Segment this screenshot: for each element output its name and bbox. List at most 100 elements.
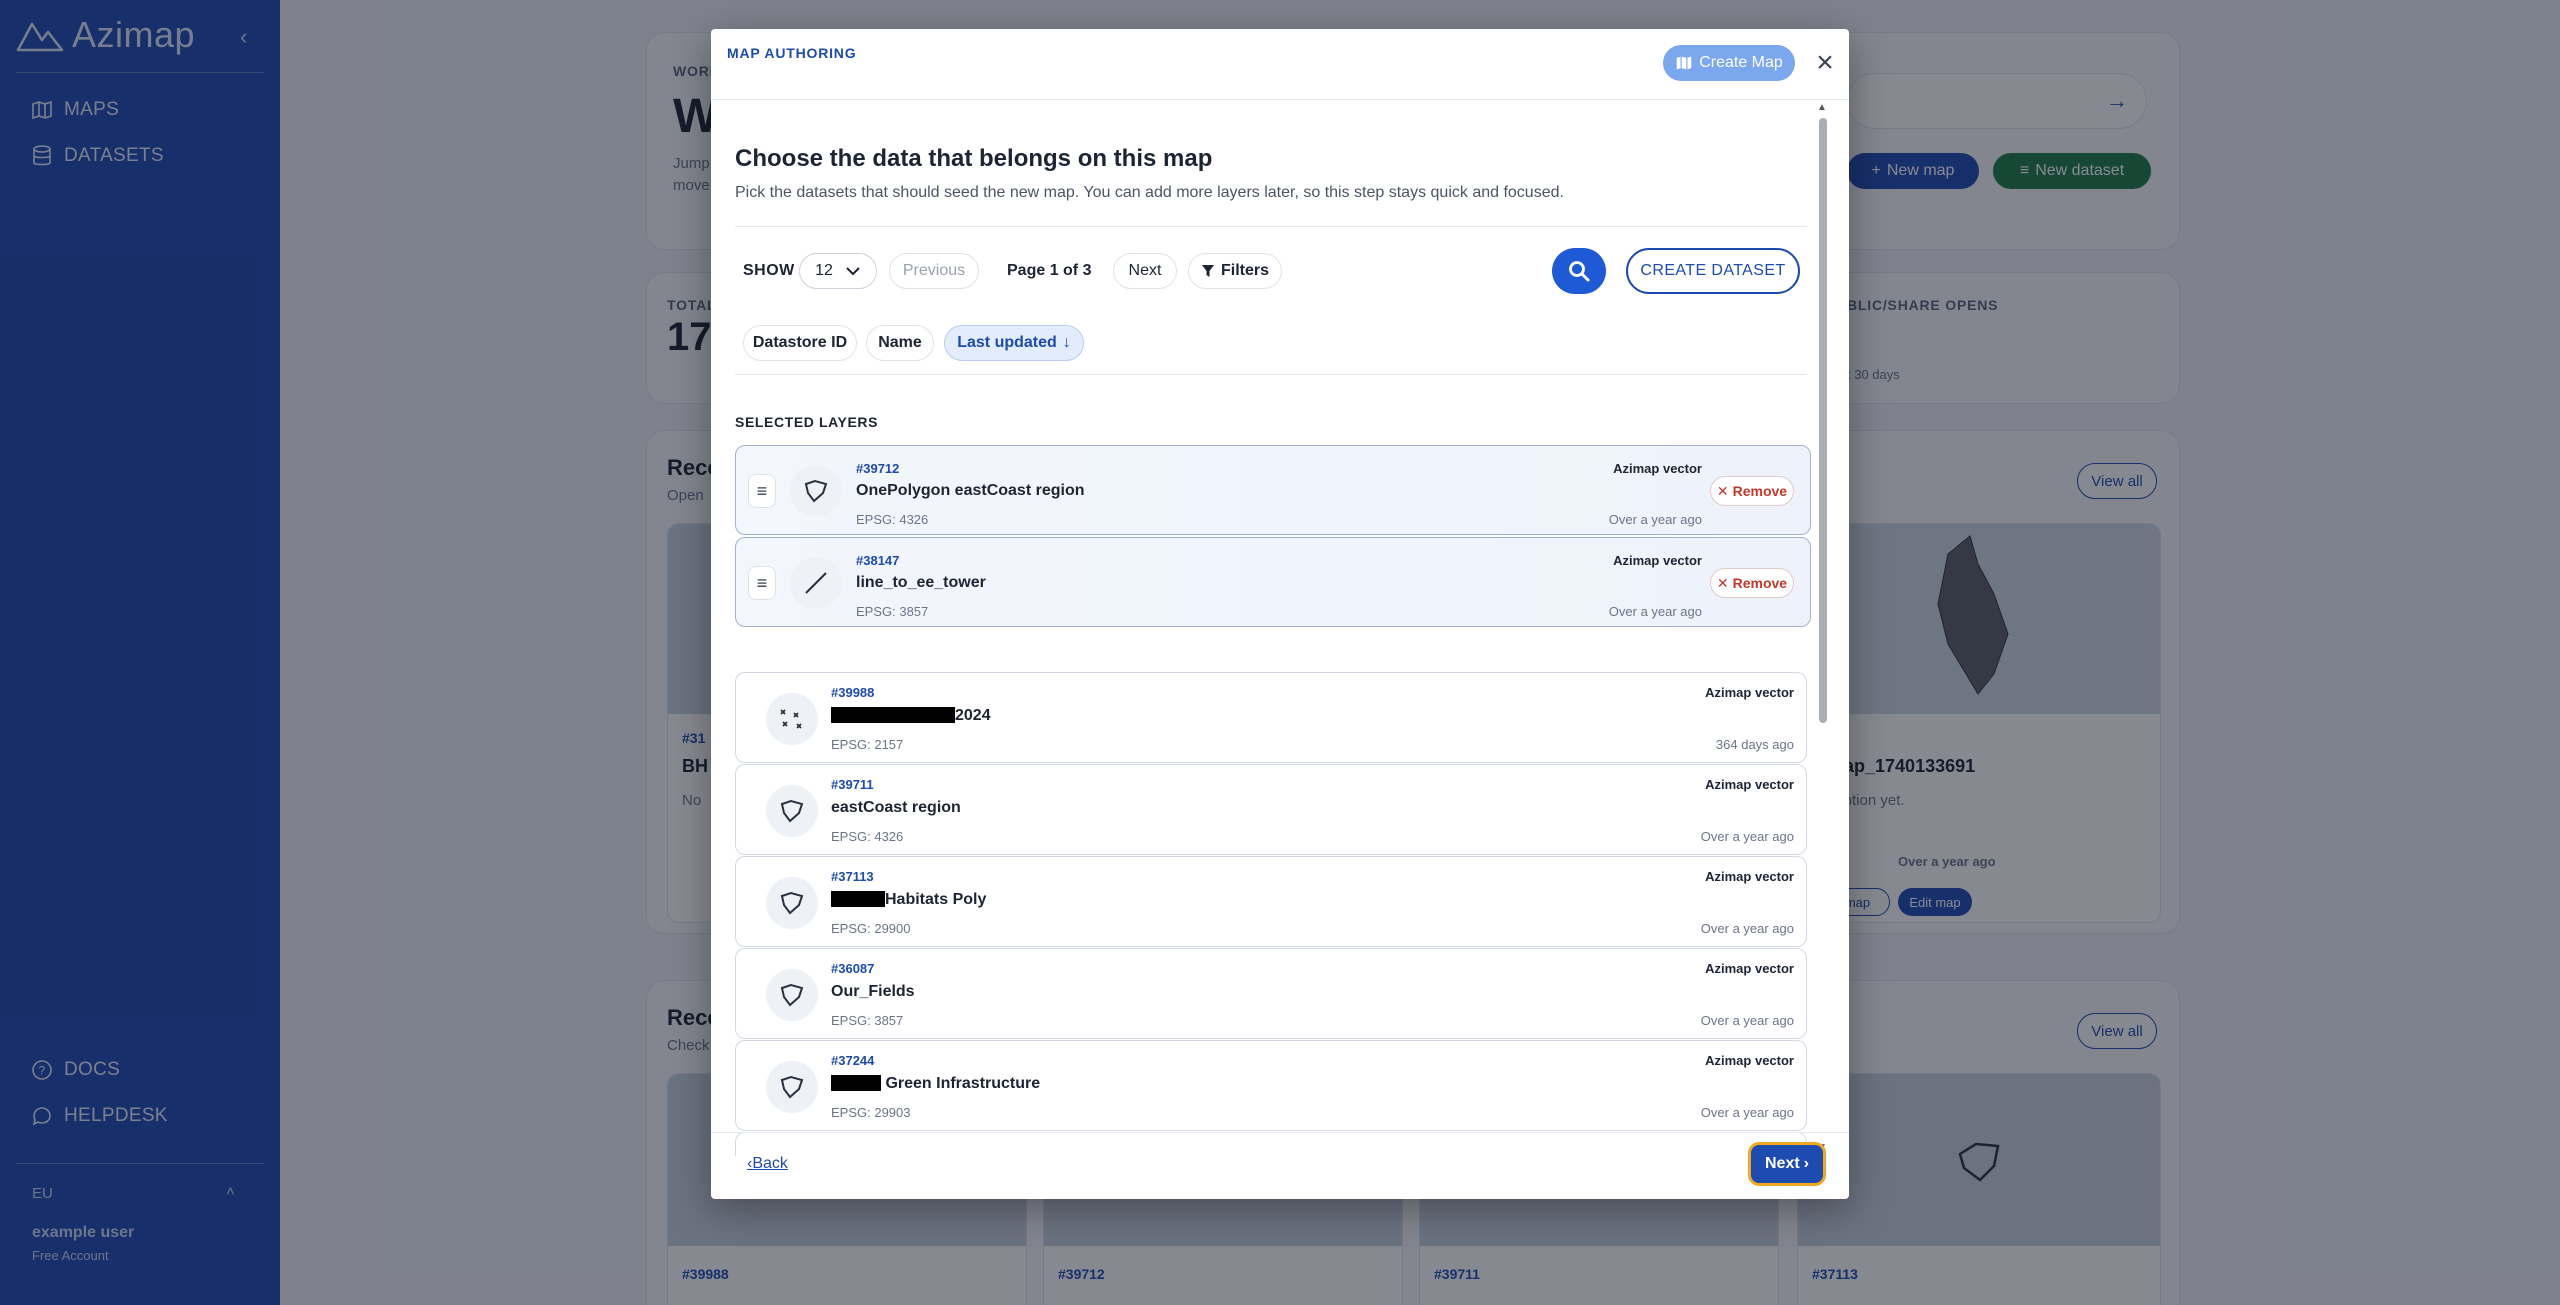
layer-epsg: EPSG: 3857 xyxy=(856,604,929,619)
layer-epsg: EPSG: 4326 xyxy=(856,512,929,527)
layer-id: #39988 xyxy=(831,685,875,700)
divider xyxy=(711,1132,1849,1133)
layer-id: #39712 xyxy=(856,461,900,476)
layer-name-text: Green Infrastructure xyxy=(881,1075,1041,1092)
search-icon xyxy=(1569,261,1590,282)
remove-layer-button[interactable]: ✕ Remove xyxy=(1710,476,1794,506)
map-authoring-modal: MAP AUTHORING Create Map × Choose the da… xyxy=(711,29,1849,1199)
sort-last-updated[interactable]: Last updated ↓ xyxy=(944,325,1084,361)
layer-name: Green Infrastructure xyxy=(831,1075,1040,1093)
layer-updated: Over a year ago xyxy=(1608,604,1702,619)
map-icon xyxy=(1676,56,1692,70)
layer-type: Azimap vector xyxy=(1705,685,1794,700)
create-dataset-button[interactable]: CREATE DATASET xyxy=(1626,248,1800,294)
divider xyxy=(735,226,1807,227)
previous-page-button[interactable]: Previous xyxy=(889,253,979,289)
layer-id: #36087 xyxy=(831,961,875,976)
layer-id: #37113 xyxy=(831,869,874,884)
next-page-button[interactable]: Next xyxy=(1113,253,1177,289)
layer-name-text: 2024 xyxy=(955,707,991,724)
drag-handle-icon[interactable]: ≡ xyxy=(748,566,776,600)
layer-item[interactable] xyxy=(735,1132,1807,1156)
polygon-icon xyxy=(766,1061,818,1113)
layer-type: Azimap vector xyxy=(1705,1053,1794,1068)
remove-layer-button[interactable]: ✕ Remove xyxy=(1710,568,1794,598)
layer-id: #38147 xyxy=(856,553,900,568)
scrollbar[interactable]: ▲ ▼ xyxy=(1813,100,1831,1156)
layer-name: OnePolygon eastCoast region xyxy=(856,482,1085,499)
button-label: Filters xyxy=(1220,262,1269,279)
layer-epsg: EPSG: 4326 xyxy=(831,829,904,844)
sort-datastore-id[interactable]: Datastore ID xyxy=(743,325,857,361)
redacted-block xyxy=(831,1075,881,1091)
layer-epsg: EPSG: 29903 xyxy=(831,1105,911,1120)
redacted-block xyxy=(831,707,955,723)
layer-epsg: EPSG: 3857 xyxy=(831,1013,904,1028)
layer-type: Azimap vector xyxy=(1613,553,1702,568)
scroll-up-icon[interactable]: ▲ xyxy=(1817,102,1827,113)
chevron-down-icon xyxy=(846,267,860,276)
layer-name: Habitats Poly xyxy=(831,891,986,909)
drag-handle-icon[interactable]: ≡ xyxy=(748,474,776,508)
layer-id: #37244 xyxy=(831,1053,875,1068)
layer-updated: Over a year ago xyxy=(1700,921,1794,936)
link-label: Back xyxy=(752,1155,788,1172)
layer-name-text: Habitats Poly xyxy=(885,891,987,908)
layer-updated: 364 days ago xyxy=(1715,737,1794,752)
layer-updated: Over a year ago xyxy=(1700,1013,1794,1028)
layer-item[interactable]: #39988 2024 EPSG: 2157 Azimap vector 364… xyxy=(735,672,1807,763)
layer-updated: Over a year ago xyxy=(1608,512,1702,527)
selected-layer-item[interactable]: ≡ #38147 line_to_ee_tower EPSG: 3857 Azi… xyxy=(735,537,1811,627)
back-link[interactable]: ‹Back xyxy=(747,1155,788,1173)
layer-item[interactable]: #39711 eastCoast region EPSG: 4326 Azima… xyxy=(735,764,1807,855)
button-label: Last updated xyxy=(957,334,1057,351)
modal-eyebrow: MAP AUTHORING xyxy=(727,45,857,61)
close-icon: ✕ xyxy=(1716,574,1729,591)
layer-epsg: EPSG: 29900 xyxy=(831,921,911,936)
search-button[interactable] xyxy=(1552,248,1606,294)
layer-type: Azimap vector xyxy=(1705,777,1794,792)
layer-updated: Over a year ago xyxy=(1700,829,1794,844)
layer-name: eastCoast region xyxy=(831,799,961,816)
button-label: Remove xyxy=(1732,483,1788,499)
next-button[interactable]: Next › xyxy=(1751,1145,1823,1183)
points-icon xyxy=(766,693,818,745)
layer-name: Our_Fields xyxy=(831,983,915,1000)
create-map-button[interactable]: Create Map xyxy=(1663,45,1795,81)
page-size-select[interactable]: 12 xyxy=(799,253,877,289)
layer-id: #39711 xyxy=(831,777,874,792)
redacted-block xyxy=(831,891,885,907)
modal-scroll-area[interactable]: Choose the data that belongs on this map… xyxy=(711,100,1837,1156)
sort-name[interactable]: Name xyxy=(866,325,934,361)
polygon-icon xyxy=(790,465,842,517)
close-icon[interactable]: × xyxy=(1809,46,1841,79)
button-label: Next xyxy=(1764,1155,1800,1172)
show-label: SHOW xyxy=(743,262,795,279)
scrollbar-thumb[interactable] xyxy=(1819,118,1827,723)
layer-item[interactable]: #37113 Habitats Poly EPSG: 29900 Azimap … xyxy=(735,856,1807,947)
layer-epsg: EPSG: 2157 xyxy=(831,737,904,752)
divider xyxy=(735,374,1807,375)
filters-button[interactable]: Filters xyxy=(1188,253,1282,289)
polygon-icon xyxy=(766,877,818,929)
polygon-icon xyxy=(766,969,818,1021)
layer-name: 2024 xyxy=(831,707,991,725)
layer-type: Azimap vector xyxy=(1613,461,1702,476)
arrow-down-icon: ↓ xyxy=(1062,334,1071,351)
page-size-value: 12 xyxy=(815,262,833,279)
modal-title: Choose the data that belongs on this map xyxy=(735,145,1213,172)
polygon-icon xyxy=(766,785,818,837)
layer-updated: Over a year ago xyxy=(1700,1105,1794,1120)
modal-subtitle: Pick the datasets that should seed the n… xyxy=(735,184,1564,201)
button-label: Create Map xyxy=(1699,54,1783,71)
layer-type: Azimap vector xyxy=(1705,869,1794,884)
close-icon: ✕ xyxy=(1716,482,1729,499)
layer-item[interactable]: #36087 Our_Fields EPSG: 3857 Azimap vect… xyxy=(735,948,1807,1039)
selected-layer-item[interactable]: ≡ #39712 OnePolygon eastCoast region EPS… xyxy=(735,445,1811,535)
page-info: Page 1 of 3 xyxy=(1007,262,1092,279)
layer-item[interactable]: #37244 Green Infrastructure EPSG: 29903 … xyxy=(735,1040,1807,1131)
layer-type: Azimap vector xyxy=(1705,961,1794,976)
layer-name: line_to_ee_tower xyxy=(856,574,986,591)
selected-layers-heading: SELECTED LAYERS xyxy=(735,414,879,430)
button-label: Remove xyxy=(1732,575,1788,591)
